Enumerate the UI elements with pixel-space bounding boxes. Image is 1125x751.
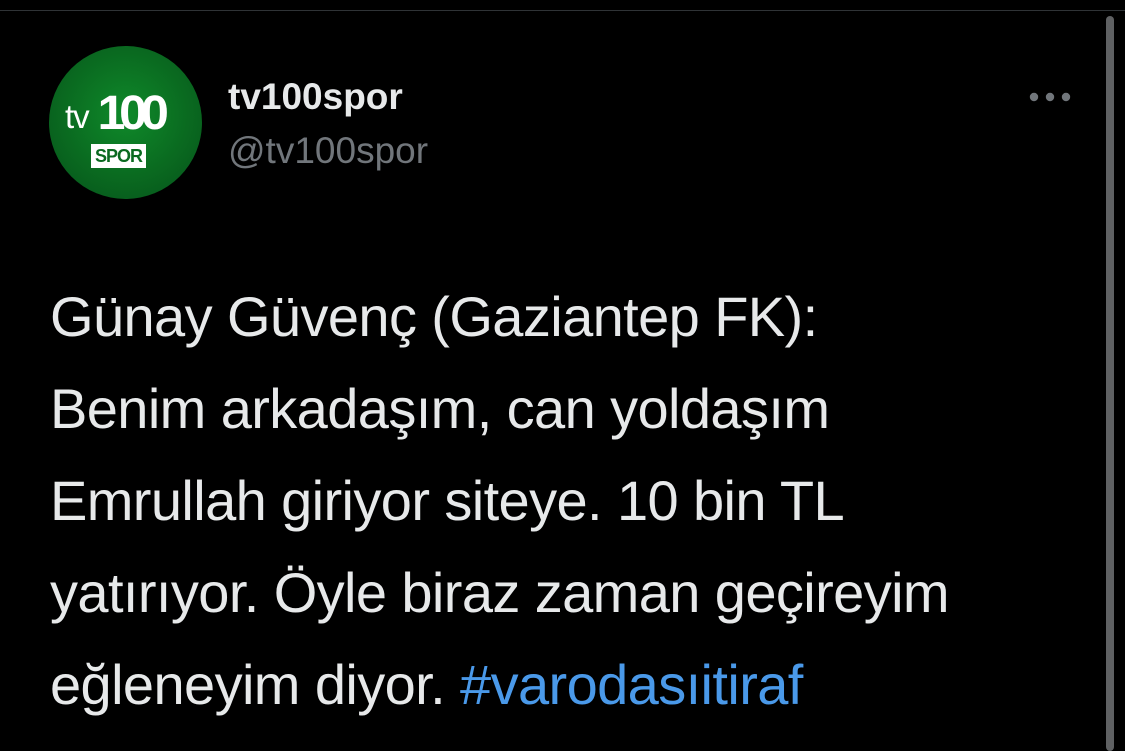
hashtag-link[interactable]: #varodasıitiraf [460,653,803,716]
more-horizontal-icon [1029,92,1071,102]
avatar-logo-badge: SPOR [91,144,147,168]
more-options-button[interactable] [1026,82,1076,112]
scrollbar[interactable] [1106,16,1114,751]
tweet-body: Günay Güvenç (Gaziantep FK): Benim arkad… [50,285,950,716]
avatar[interactable]: tv 100 SPOR [49,46,202,199]
avatar-logo-number: 100 [97,87,169,140]
display-name[interactable]: tv100spor [228,76,403,118]
user-handle[interactable]: @tv100spor [228,130,428,172]
avatar-logo-tv: tv [65,98,90,135]
tweet-card[interactable]: tv 100 SPOR tv100spor @tv100spor Günay G… [0,0,1100,751]
tweet-text: Günay Güvenç (Gaziantep FK): Benim arkad… [50,271,1090,731]
